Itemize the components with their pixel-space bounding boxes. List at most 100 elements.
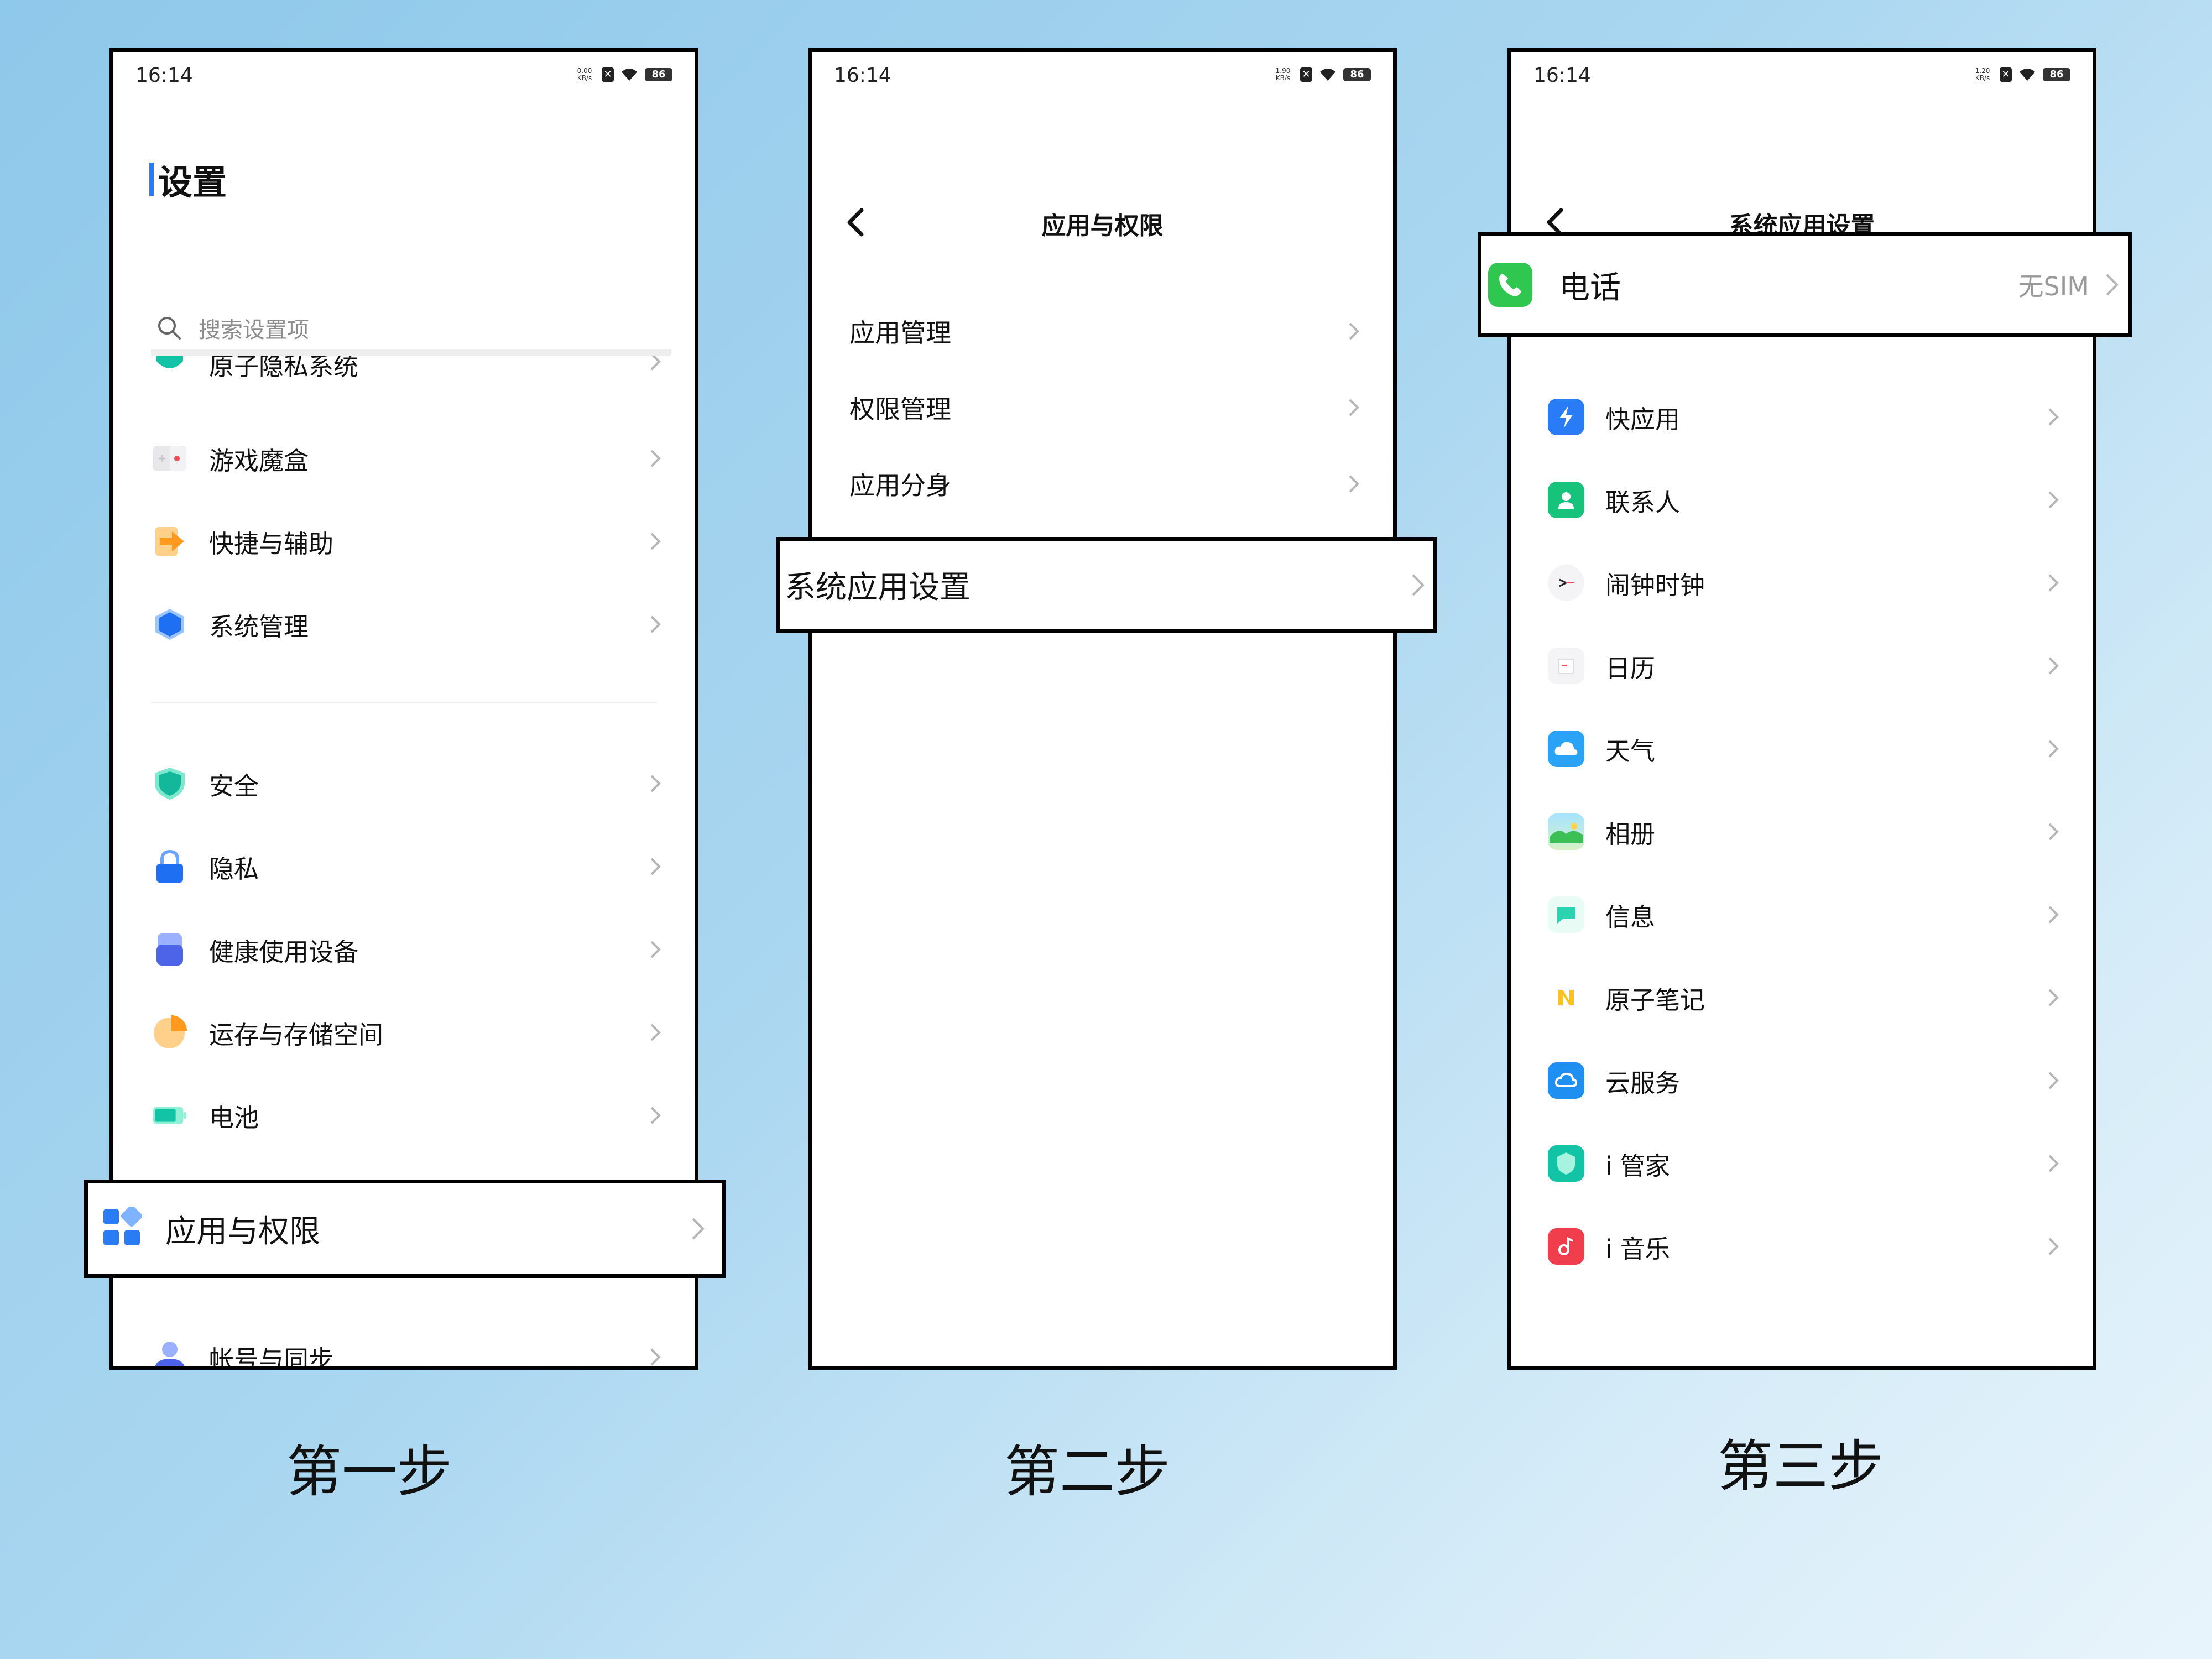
chevron-right-icon (2048, 989, 2059, 1006)
list-item[interactable]: 相册 (1511, 790, 2093, 873)
chevron-right-icon (2048, 823, 2059, 841)
chevron-right-icon (2048, 657, 2059, 675)
list-item[interactable]: 安全 (113, 745, 695, 822)
contacts-icon (1548, 482, 1584, 518)
chevron-right-icon (650, 1348, 661, 1366)
list-item[interactable]: i 音乐 (1511, 1205, 2093, 1288)
highlight-system-app-settings[interactable]: 系统应用设置 (776, 537, 1437, 633)
phone-screen-step1: 16:14 0.00 KB/s ✕ 86 设置 搜索设置项 原子隐私系统 游戏魔盒 (109, 48, 698, 1370)
status-time: 16:14 (1533, 64, 1591, 87)
page-title: 设置 (149, 154, 227, 204)
list-item[interactable]: 隐私 (113, 828, 695, 905)
list-item[interactable]: 云服务 (1511, 1039, 2093, 1122)
health-icon (152, 932, 187, 967)
list-item[interactable]: 原子笔记 (1511, 956, 2093, 1039)
chevron-right-icon (650, 533, 661, 550)
list-item[interactable]: i 管家 (1511, 1122, 2093, 1205)
gallery-icon (1548, 813, 1584, 850)
phone-icon (1488, 263, 1532, 307)
chevron-right-icon (2048, 1238, 2059, 1255)
quick-app-icon (1548, 399, 1584, 435)
lock-icon (152, 849, 187, 884)
i-manager-icon (1548, 1145, 1584, 1182)
cloud-icon (1548, 1062, 1584, 1099)
list-item[interactable]: 应用管理 (812, 295, 1393, 367)
chevron-right-icon (1349, 399, 1359, 416)
chevron-right-icon (1349, 322, 1359, 340)
list-item[interactable]: 运存与存储空间 (113, 994, 695, 1071)
chevron-right-icon (650, 1024, 661, 1041)
list-item[interactable]: 权限管理 (812, 372, 1393, 444)
list-item[interactable]: 天气 (1511, 707, 2093, 790)
step-label-3: 第三步 (1718, 1434, 1884, 1499)
step-label-2: 第二步 (1004, 1439, 1170, 1504)
chevron-right-icon (2048, 491, 2059, 509)
chevron-right-icon (650, 450, 661, 467)
chevron-right-icon (2048, 408, 2059, 426)
page-title: 应用与权限 (1041, 212, 1164, 240)
chevron-right-icon (2048, 1072, 2059, 1089)
atom-privacy-icon (152, 356, 187, 378)
weather-icon (1548, 731, 1584, 767)
list-item[interactable]: 游戏魔盒 (113, 420, 695, 497)
list-item[interactable]: 应用分身 (812, 448, 1393, 520)
list-item[interactable]: 快捷与辅助 (113, 503, 695, 580)
list-item[interactable]: 闹钟时钟 (1511, 541, 2093, 624)
storage-icon (152, 1015, 187, 1050)
battery-indicator: 86 (2043, 68, 2070, 81)
status-bar: 16:14 1.20 KB/s ✕ 86 (1511, 52, 2093, 107)
list-item[interactable]: 原子隐私系统 (113, 356, 695, 384)
list-item[interactable]: 日历 (1511, 624, 2093, 707)
section-divider (151, 702, 657, 703)
phone-screen-step2: 16:14 1.90 KB/s ✕ 86 应用与权限 应用管理 权限管理 应用分身 (808, 48, 1397, 1370)
list-item[interactable]: 健康使用设备 (113, 911, 695, 988)
chevron-right-icon (1412, 574, 1425, 596)
list-item[interactable]: 信息 (1511, 873, 2093, 956)
system-app-settings-label: 系统应用设置 (785, 570, 971, 606)
highlight-phone-app[interactable]: 电话 无SIM (1478, 232, 2132, 337)
apps-icon (103, 1207, 142, 1245)
list-item[interactable]: 系统管理 (113, 586, 695, 663)
list-item[interactable]: 联系人 (1511, 458, 2093, 541)
title-accent-bar (149, 163, 154, 196)
chevron-right-icon (650, 615, 661, 633)
chevron-right-icon (650, 941, 661, 958)
shield-icon (152, 766, 187, 801)
list-item[interactable]: 快应用 (1511, 375, 2093, 458)
status-time: 16:14 (834, 64, 891, 87)
chevron-right-icon (650, 858, 661, 875)
list-item[interactable]: 电池 (113, 1077, 695, 1154)
chevron-right-icon (2106, 274, 2119, 296)
battery-indicator: 86 (1343, 68, 1371, 81)
apps-permissions-label: 应用与权限 (165, 1213, 320, 1250)
chevron-right-icon (650, 1107, 661, 1124)
search-bar[interactable]: 搜索设置项 (151, 306, 671, 356)
network-speed: 1.20 KB/s (1975, 67, 1990, 82)
calendar-icon (1548, 648, 1584, 684)
search-icon (158, 317, 181, 340)
status-bar: 16:14 1.90 KB/s ✕ 86 (812, 52, 1393, 107)
phone-sim-status: 无SIM (2018, 272, 2089, 301)
wifi-icon (1320, 69, 1335, 81)
chevron-right-icon (2048, 574, 2059, 592)
i-music-icon (1548, 1228, 1584, 1265)
game-box-icon (152, 441, 187, 476)
no-sim-icon: ✕ (1300, 67, 1312, 82)
clock-icon (1548, 565, 1584, 601)
wifi-icon (622, 69, 637, 81)
network-speed: 1.90 KB/s (1275, 67, 1291, 82)
battery-icon (152, 1098, 187, 1133)
system-manage-icon (152, 607, 187, 642)
chevron-right-icon (2048, 1155, 2059, 1172)
search-input[interactable]: 搜索设置项 (199, 312, 309, 344)
shortcut-icon (152, 524, 187, 559)
phone-label: 电话 (1559, 269, 1621, 306)
list-item[interactable]: 帐号与同步 (113, 1318, 695, 1366)
network-speed: 0.00 KB/s (577, 67, 592, 82)
chevron-right-icon (2048, 906, 2059, 924)
chevron-right-icon (650, 775, 661, 792)
no-sim-icon: ✕ (2000, 67, 2012, 82)
chevron-right-icon (1349, 475, 1359, 493)
chevron-right-icon (2048, 740, 2059, 758)
highlight-apps-permissions[interactable]: 应用与权限 (84, 1180, 726, 1278)
